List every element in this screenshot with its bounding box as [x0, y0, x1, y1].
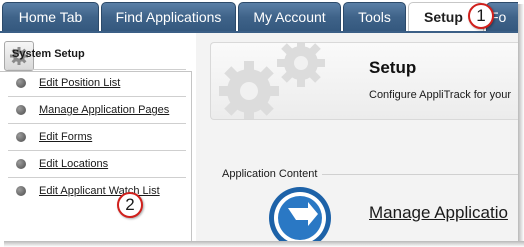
panel-title: System Setup: [12, 48, 85, 60]
setup-header: Setup Configure AppliTrack for your: [210, 42, 518, 120]
window-shadow-right: [518, 4, 524, 247]
menu-item-manage-application-pages[interactable]: Manage Application Pages: [8, 96, 186, 123]
menu-link-label[interactable]: Edit Applicant Watch List: [39, 185, 160, 197]
window-shadow-bottom: [4, 241, 524, 247]
menu-link-label[interactable]: Edit Position List: [39, 77, 120, 89]
tab-find-applications[interactable]: Find Applications: [101, 2, 236, 31]
bullet-icon: [16, 186, 26, 196]
tab-home[interactable]: Home Tab: [2, 2, 99, 31]
page-title: Setup: [369, 58, 417, 77]
section-divider: [322, 174, 518, 175]
menu-item-edit-locations[interactable]: Edit Locations: [8, 150, 186, 177]
gears-icon: [219, 43, 325, 119]
tab-my-account[interactable]: My Account: [238, 2, 341, 31]
menu-link-label[interactable]: Edit Locations: [39, 158, 108, 170]
bullet-icon: [16, 132, 26, 142]
callout-badge-2: 2: [117, 192, 143, 218]
bullet-icon: [16, 105, 26, 115]
setup-menu: Edit Position List Manage Application Pa…: [8, 69, 186, 204]
menu-item-edit-position-list[interactable]: Edit Position List: [8, 69, 186, 96]
section-heading: Application Content: [222, 168, 318, 180]
menu-item-edit-applicant-watch-list[interactable]: Edit Applicant Watch List: [8, 177, 186, 204]
tab-tools[interactable]: Tools: [343, 2, 406, 31]
menu-link-label[interactable]: Manage Application Pages: [39, 104, 169, 116]
application-content-icon[interactable]: [268, 186, 332, 241]
callout-badge-1: 1: [468, 3, 494, 29]
manage-application-content-link[interactable]: Manage Applicatio: [369, 203, 508, 223]
bullet-icon: [16, 159, 26, 169]
page-subtitle: Configure AppliTrack for your: [369, 89, 512, 101]
menu-item-edit-forms[interactable]: Edit Forms: [8, 123, 186, 150]
main-tab-bar: Home Tab Find Applications My Account To…: [0, 0, 518, 33]
application-window: Home Tab Find Applications My Account To…: [0, 0, 518, 241]
bullet-icon: [16, 78, 26, 88]
menu-link-label[interactable]: Edit Forms: [39, 131, 92, 143]
